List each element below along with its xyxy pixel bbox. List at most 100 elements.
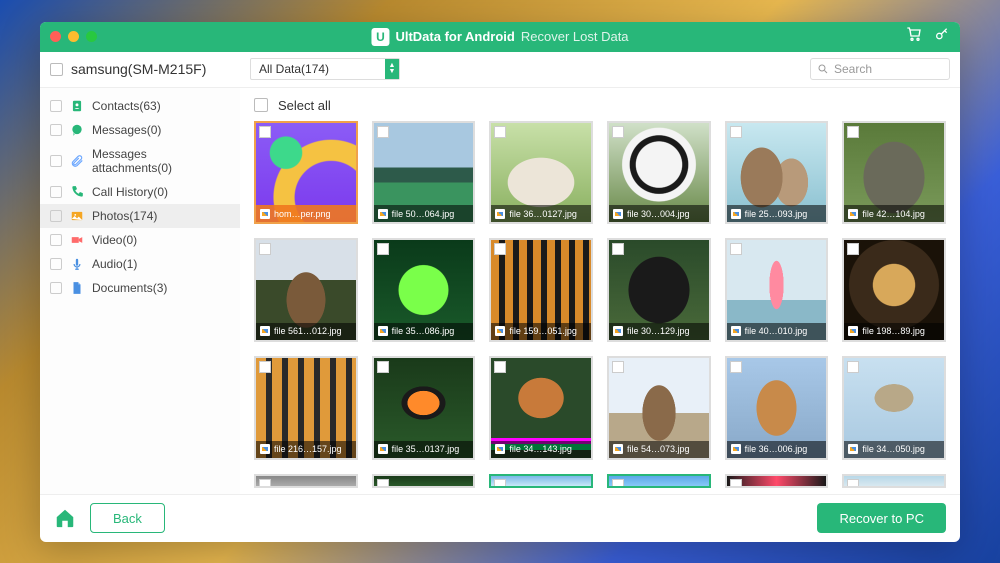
- sidebar-checkbox[interactable]: [50, 155, 62, 167]
- thumbnail-caption: file 54…073.jpg: [609, 441, 709, 458]
- image-file-icon: [613, 209, 623, 219]
- photo-thumbnail[interactable]: file 54…073.jpg: [607, 356, 711, 460]
- thumbnail-caption: file 34…050.jpg: [844, 441, 944, 458]
- thumbnail-checkbox[interactable]: [259, 126, 271, 138]
- thumbnail-checkbox[interactable]: [494, 479, 506, 488]
- thumbnail-caption: file 34…143.jpg: [491, 441, 591, 458]
- device-selector[interactable]: samsung(SM-M215F): [40, 61, 240, 77]
- photo-thumbnail[interactable]: [254, 474, 358, 488]
- thumbnail-caption: file 159…051.jpg: [491, 323, 591, 340]
- minimize-icon[interactable]: [68, 31, 79, 42]
- photo-thumbnail[interactable]: file 36…0127.jpg: [489, 121, 593, 225]
- sidebar-item-document[interactable]: Documents(3): [40, 276, 240, 300]
- thumbnail-checkbox[interactable]: [730, 243, 742, 255]
- thumbnail-checkbox[interactable]: [377, 126, 389, 138]
- sidebar-item-messages[interactable]: Messages(0): [40, 118, 240, 142]
- titlebar: U UltData for Android Recover Lost Data: [40, 22, 960, 52]
- photo-thumbnail[interactable]: file 35…086.jpg: [372, 238, 476, 342]
- thumbnail-checkbox[interactable]: [377, 479, 389, 488]
- photo-thumbnail[interactable]: file 25…093.jpg: [725, 121, 829, 225]
- content-area: Select all hom…per.png file 50…064.jpg fil…: [240, 88, 960, 494]
- recover-button[interactable]: Recover to PC: [817, 503, 946, 533]
- thumbnail-checkbox[interactable]: [377, 361, 389, 373]
- photo-thumbnail[interactable]: file 30…129.jpg: [607, 238, 711, 342]
- thumbnail-checkbox[interactable]: [377, 243, 389, 255]
- thumbnail-checkbox[interactable]: [730, 361, 742, 373]
- thumbnail-checkbox[interactable]: [494, 243, 506, 255]
- search-input[interactable]: Search: [810, 58, 950, 80]
- thumbnail-checkbox[interactable]: [259, 479, 271, 488]
- filter-dropdown[interactable]: All Data(174) ▲▼: [250, 58, 400, 80]
- thumbnail-caption: file 30…004.jpg: [609, 205, 709, 222]
- thumbnail-checkbox[interactable]: [730, 479, 742, 488]
- thumbnail-filename: file 50…064.jpg: [392, 209, 455, 219]
- close-icon[interactable]: [50, 31, 61, 42]
- key-icon[interactable]: [934, 26, 950, 47]
- photo-thumbnail[interactable]: [725, 474, 829, 488]
- photo-thumbnail[interactable]: hom…per.png: [254, 121, 358, 225]
- photo-thumbnail[interactable]: file 30…004.jpg: [607, 121, 711, 225]
- thumbnail-checkbox[interactable]: [612, 126, 624, 138]
- photo-thumbnail[interactable]: file 561…012.jpg: [254, 238, 358, 342]
- photo-thumbnail[interactable]: file 42…104.jpg: [842, 121, 946, 225]
- thumbnail-filename: file 40…010.jpg: [745, 326, 808, 336]
- thumbnail-checkbox[interactable]: [494, 126, 506, 138]
- sidebar-checkbox[interactable]: [50, 100, 62, 112]
- thumbnail-checkbox[interactable]: [494, 361, 506, 373]
- video-icon: [70, 233, 84, 247]
- photo-thumbnail[interactable]: [842, 474, 946, 488]
- app-subtitle: Recover Lost Data: [521, 29, 629, 44]
- thumbnail-checkbox[interactable]: [612, 243, 624, 255]
- photo-thumbnail[interactable]: [372, 474, 476, 488]
- thumbnail-checkbox[interactable]: [847, 361, 859, 373]
- sidebar-item-contacts[interactable]: Contacts(63): [40, 94, 240, 118]
- select-all-row[interactable]: Select all: [240, 88, 960, 121]
- home-icon[interactable]: [54, 507, 76, 529]
- thumbnail-checkbox[interactable]: [730, 126, 742, 138]
- thumbnail-checkbox[interactable]: [847, 479, 859, 488]
- photo-thumbnail[interactable]: file 216…157.jpg: [254, 356, 358, 460]
- sidebar-checkbox[interactable]: [50, 186, 62, 198]
- sidebar-checkbox[interactable]: [50, 210, 62, 222]
- sidebar-item-video[interactable]: Video(0): [40, 228, 240, 252]
- maximize-icon[interactable]: [86, 31, 97, 42]
- back-button[interactable]: Back: [90, 503, 165, 533]
- thumbnail-checkbox[interactable]: [847, 126, 859, 138]
- thumbnail-caption: file 216…157.jpg: [256, 441, 356, 458]
- select-all-checkbox[interactable]: [254, 98, 268, 112]
- photo-thumbnail[interactable]: file 50…064.jpg: [372, 121, 476, 225]
- audio-icon: [70, 257, 84, 271]
- filter-label: All Data(174): [259, 62, 329, 76]
- cart-icon[interactable]: [906, 26, 922, 47]
- photo-thumbnail[interactable]: [489, 474, 593, 488]
- sidebar-checkbox[interactable]: [50, 234, 62, 246]
- photo-thumbnail[interactable]: file 35…0137.jpg: [372, 356, 476, 460]
- sidebar-item-label: Photos(174): [92, 209, 157, 223]
- thumbnail-caption: file 35…086.jpg: [374, 323, 474, 340]
- photo-thumbnail[interactable]: file 34…050.jpg: [842, 356, 946, 460]
- photo-thumbnail[interactable]: file 34…143.jpg: [489, 356, 593, 460]
- thumbnail-checkbox[interactable]: [847, 243, 859, 255]
- sidebar-item-audio[interactable]: Audio(1): [40, 252, 240, 276]
- thumbnail-caption: file 42…104.jpg: [844, 205, 944, 222]
- photo-thumbnail[interactable]: file 198…89.jpg: [842, 238, 946, 342]
- device-checkbox[interactable]: [50, 63, 63, 76]
- dropdown-arrows-icon: ▲▼: [385, 59, 399, 79]
- sidebar-item-attachment[interactable]: Messages attachments(0): [40, 142, 240, 180]
- sidebar-item-phone[interactable]: Call History(0): [40, 180, 240, 204]
- photo-thumbnail[interactable]: file 36…006.jpg: [725, 356, 829, 460]
- image-file-icon: [378, 326, 388, 336]
- thumbnail-checkbox[interactable]: [259, 361, 271, 373]
- sidebar-checkbox[interactable]: [50, 124, 62, 136]
- photo-thumbnail[interactable]: [607, 474, 711, 488]
- photo-thumbnail[interactable]: file 159…051.jpg: [489, 238, 593, 342]
- sidebar-checkbox[interactable]: [50, 258, 62, 270]
- sidebar-item-photos[interactable]: Photos(174): [40, 204, 240, 228]
- document-icon: [70, 281, 84, 295]
- thumbnail-checkbox[interactable]: [612, 479, 624, 488]
- photo-thumbnail[interactable]: file 40…010.jpg: [725, 238, 829, 342]
- thumbnail-checkbox[interactable]: [259, 243, 271, 255]
- phone-icon: [70, 185, 84, 199]
- thumbnail-checkbox[interactable]: [612, 361, 624, 373]
- sidebar-checkbox[interactable]: [50, 282, 62, 294]
